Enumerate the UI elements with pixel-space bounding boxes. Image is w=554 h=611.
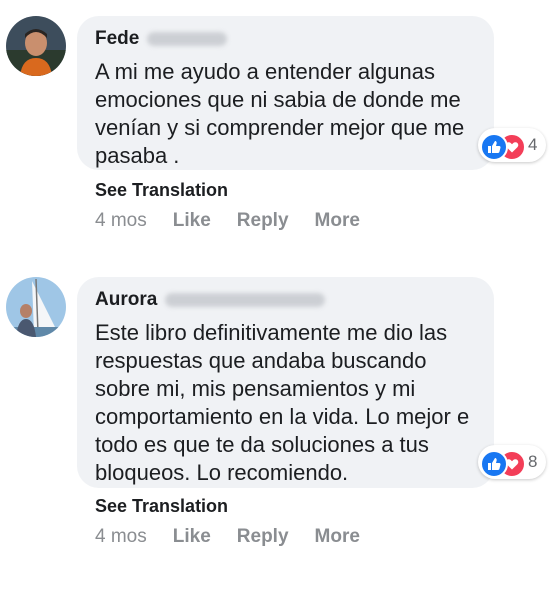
more-button[interactable]: More (315, 526, 360, 548)
comment-author[interactable]: Fede (95, 28, 228, 50)
like-reaction-icon (480, 133, 508, 161)
reply-button[interactable]: Reply (237, 210, 289, 232)
comment-actions: 4 mos Like Reply More (95, 526, 360, 548)
like-button[interactable]: Like (173, 210, 211, 232)
reaction-count: 4 (528, 135, 538, 154)
reaction-summary[interactable]: 4 (478, 128, 546, 162)
reply-button[interactable]: Reply (237, 526, 289, 548)
comment-actions: 4 mos Like Reply More (95, 210, 360, 232)
more-button[interactable]: More (315, 210, 360, 232)
comment-author[interactable]: Aurora (95, 289, 326, 311)
like-reaction-icon (480, 450, 508, 478)
like-button[interactable]: Like (173, 526, 211, 548)
comment-timestamp[interactable]: 4 mos (95, 526, 147, 548)
redacted-surname (147, 32, 228, 46)
avatar-fede[interactable] (6, 16, 66, 76)
reaction-count: 8 (528, 452, 538, 471)
redacted-surname (165, 293, 326, 307)
comment-text: Este libro definitivamente me dio las re… (95, 320, 470, 485)
comment-text: A mi me ayudo a entender algunas emocion… (95, 59, 465, 168)
reaction-summary[interactable]: 8 (478, 445, 546, 479)
avatar-aurora[interactable] (6, 277, 66, 337)
see-translation-link[interactable]: See Translation (95, 180, 228, 201)
see-translation-link[interactable]: See Translation (95, 496, 228, 517)
comment-bubble: Fede A mi me ayudo a entender algunas em… (77, 16, 546, 170)
comment-timestamp[interactable]: 4 mos (95, 210, 147, 232)
comment-bubble: Aurora Este libro definitivamente me dio… (77, 277, 546, 488)
